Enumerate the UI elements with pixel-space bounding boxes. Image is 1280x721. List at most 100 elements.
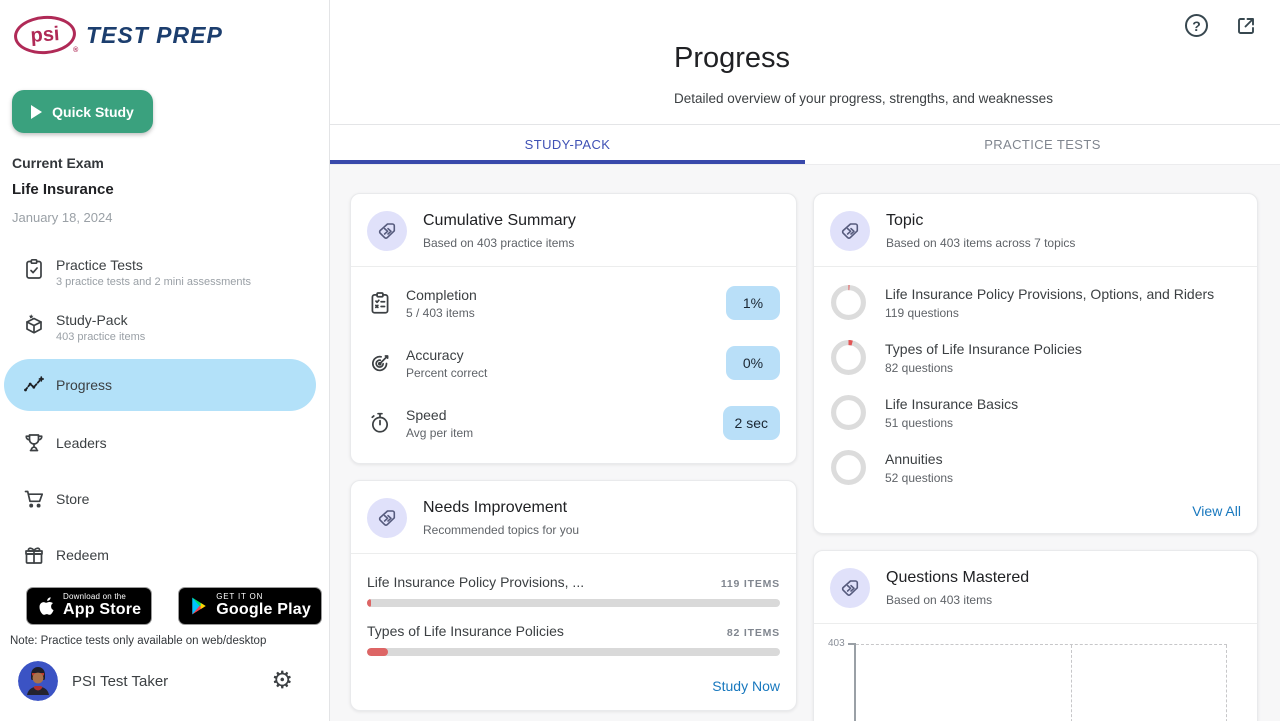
metric-value-badge: 1% xyxy=(726,286,780,320)
trend-line-icon xyxy=(22,373,46,397)
metric-sublabel: Avg per item xyxy=(406,426,710,440)
google-play-icon xyxy=(189,595,209,617)
progress-bar-fill xyxy=(367,599,371,607)
tag-icon-circle xyxy=(367,211,407,251)
sidebar-item-label: Practice Tests xyxy=(56,257,251,274)
tag-icon-circle xyxy=(367,498,407,538)
avatar[interactable] xyxy=(18,661,58,701)
topic-question-count: 51 questions xyxy=(885,416,1018,430)
topic-item-count: 119 ITEMS xyxy=(721,578,780,590)
sidebar-item-redeem[interactable]: Redeem xyxy=(4,531,317,579)
page-title: Progress xyxy=(674,42,1280,75)
metric-value-badge: 0% xyxy=(726,346,780,380)
cart-icon xyxy=(22,487,46,511)
app-store-badge[interactable]: Download on the App Store xyxy=(26,587,152,625)
card-subtitle: Recommended topics for you xyxy=(423,523,579,537)
mastery-ring xyxy=(830,449,867,486)
page-subtitle: Detailed overview of your progress, stre… xyxy=(674,91,1280,106)
tag-icon xyxy=(375,219,399,243)
topic-list-item: Types of Life Insurance Policies 82 ques… xyxy=(814,330,1257,385)
topic-list-item: Life Insurance Basics 51 questions xyxy=(814,385,1257,440)
sidebar-item-store[interactable]: Store xyxy=(4,475,317,523)
tab-practice-tests[interactable]: PRACTICE TESTS xyxy=(805,125,1280,164)
sidebar-item-label: Store xyxy=(56,491,89,508)
card-title: Needs Improvement xyxy=(423,499,579,517)
metric-sublabel: 5 / 403 items xyxy=(406,306,713,320)
checklist-icon xyxy=(367,290,393,316)
topic-name: Types of Life Insurance Policies xyxy=(885,341,1082,357)
sidebar-item-label: Leaders xyxy=(56,435,107,452)
clipboard-check-icon xyxy=(22,257,46,281)
questions-mastered-chart: 403 xyxy=(820,636,1241,721)
play-icon xyxy=(31,105,42,119)
summary-row-accuracy: Accuracy Percent correct 0% xyxy=(351,333,796,393)
target-icon xyxy=(367,350,393,376)
tab-study-pack[interactable]: STUDY-PACK xyxy=(330,125,805,164)
sidebar-item-sublabel: 3 practice tests and 2 mini assessments xyxy=(56,276,251,288)
tag-icon-circle xyxy=(830,211,870,251)
topic-name: Life Insurance Policy Provisions, ... xyxy=(367,574,584,590)
topic-name: Annuities xyxy=(885,451,953,467)
help-icon[interactable]: ? xyxy=(1185,14,1208,37)
card-subtitle: Based on 403 practice items xyxy=(423,236,576,250)
sidebar: psi ® TEST PREP Quick Study Current Exam… xyxy=(0,0,330,721)
user-row: PSI Test Taker ⚙ xyxy=(18,661,293,701)
progress-bar xyxy=(367,648,780,656)
psi-test-prep-logo: psi ® TEST PREP xyxy=(14,16,329,54)
view-all-link[interactable]: View All xyxy=(1192,503,1241,519)
open-in-new-icon[interactable] xyxy=(1234,14,1258,38)
trophy-icon xyxy=(22,431,46,455)
needs-improvement-card: Needs Improvement Recommended topics for… xyxy=(350,480,797,711)
sidebar-item-practice-tests[interactable]: Practice Tests 3 practice tests and 2 mi… xyxy=(4,249,317,296)
progress-bar-fill xyxy=(367,648,388,656)
progress-content: Cumulative Summary Based on 403 practice… xyxy=(330,165,1280,721)
topic-item-count: 82 ITEMS xyxy=(727,627,780,639)
sidebar-item-study-pack[interactable]: Study-Pack 403 practice items xyxy=(4,304,317,351)
sidebar-bottom: Download on the App Store GET IT ON Goog… xyxy=(0,587,329,721)
psi-logo-text: psi xyxy=(30,23,60,48)
sidebar-item-label: Progress xyxy=(56,377,112,394)
topic-name: Types of Life Insurance Policies xyxy=(367,623,564,639)
study-now-link[interactable]: Study Now xyxy=(712,678,780,694)
sidebar-item-progress[interactable]: Progress xyxy=(4,359,316,411)
sidebar-item-leaders[interactable]: Leaders xyxy=(4,419,317,467)
sidebar-nav: Practice Tests 3 practice tests and 2 mi… xyxy=(0,247,329,587)
topic-question-count: 52 questions xyxy=(885,471,953,485)
topic-list-item: Life Insurance Policy Provisions, Option… xyxy=(814,275,1257,330)
badge-bottom-text: Google Play xyxy=(216,602,311,619)
tag-icon xyxy=(838,219,862,243)
topic-question-count: 119 questions xyxy=(885,306,1214,320)
grid-line xyxy=(1226,645,1227,721)
quick-study-button[interactable]: Quick Study xyxy=(12,90,153,133)
google-play-badge[interactable]: GET IT ON Google Play xyxy=(178,587,322,625)
tag-icon xyxy=(375,506,399,530)
apple-icon xyxy=(37,595,56,617)
tag-icon-circle xyxy=(830,568,870,608)
psi-logo-mark: psi ® xyxy=(13,14,77,56)
topic-question-count: 82 questions xyxy=(885,361,1082,375)
mastery-ring xyxy=(830,394,867,431)
card-subtitle: Based on 403 items across 7 topics xyxy=(886,236,1075,250)
grid-line xyxy=(1071,645,1072,721)
sidebar-item-sublabel: 403 practice items xyxy=(56,331,145,343)
registered-mark-icon: ® xyxy=(73,47,78,54)
improvement-row: Types of Life Insurance Policies 82 ITEM… xyxy=(351,611,796,660)
top-actions: ? xyxy=(330,0,1280,38)
chart-plot-area xyxy=(856,644,1227,721)
summary-row-speed: Speed Avg per item 2 sec xyxy=(351,393,796,453)
current-exam-name: Life Insurance xyxy=(12,181,329,198)
topic-name: Life Insurance Basics xyxy=(885,396,1018,412)
stopwatch-icon xyxy=(367,410,393,436)
questions-mastered-card: Questions Mastered Based on 403 items 40… xyxy=(813,550,1258,721)
quick-study-label: Quick Study xyxy=(52,104,134,120)
tab-bar: STUDY-PACK PRACTICE TESTS xyxy=(330,124,1280,165)
badge-bottom-text: App Store xyxy=(63,602,141,619)
current-exam-date: January 18, 2024 xyxy=(12,210,329,225)
cumulative-summary-card: Cumulative Summary Based on 403 practice… xyxy=(350,193,797,464)
gear-icon[interactable]: ⚙ xyxy=(271,669,293,693)
metric-label: Completion xyxy=(406,287,713,303)
card-title: Topic xyxy=(886,212,1075,230)
metric-label: Speed xyxy=(406,407,710,423)
logo-title: TEST PREP xyxy=(86,22,223,49)
sidebar-item-label: Study-Pack xyxy=(56,312,145,329)
